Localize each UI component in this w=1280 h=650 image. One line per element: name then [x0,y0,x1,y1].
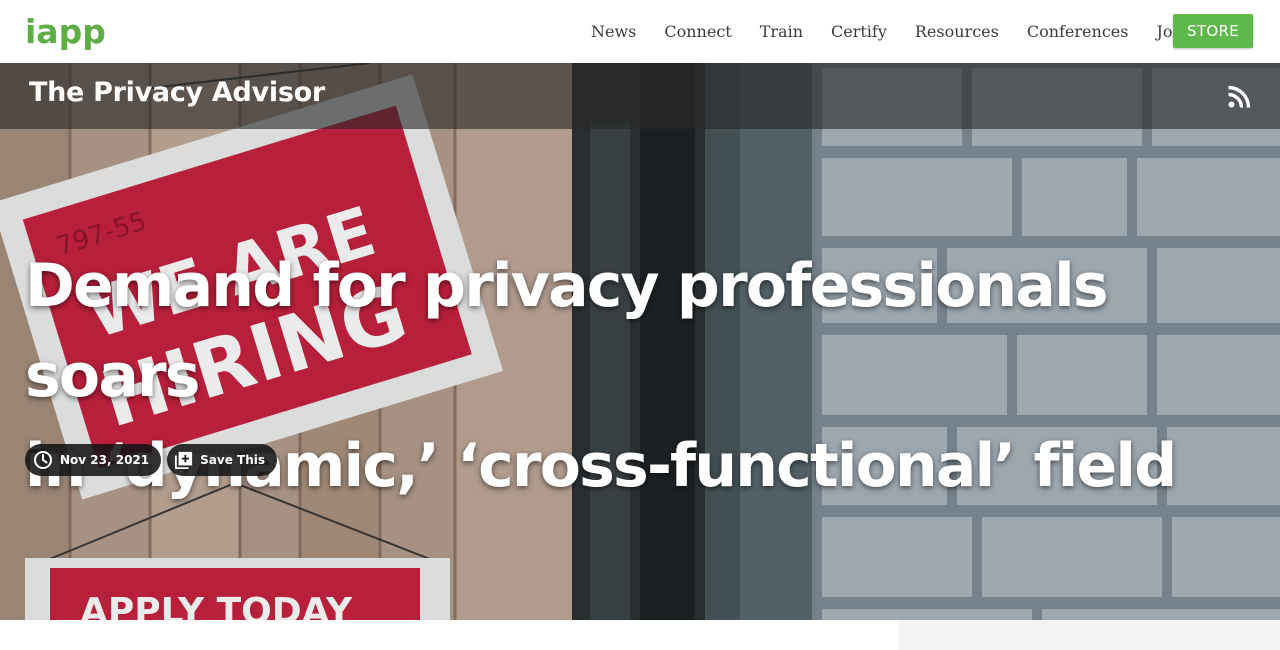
sidebar-top [899,620,1280,650]
iapp-logo[interactable]: iapp [25,12,106,52]
nav-connect[interactable]: Connect [664,22,731,41]
nav-conferences[interactable]: Conferences [1027,22,1129,41]
save-this-label: Save This [200,453,265,467]
rss-icon[interactable] [1227,85,1251,109]
nav-certify[interactable]: Certify [831,22,887,41]
headline-line-1: Demand for privacy professionals soars [25,251,1109,411]
bookmark-add-icon [175,451,193,469]
nav-train[interactable]: Train [760,22,803,41]
store-button[interactable]: STORE [1173,14,1253,48]
nav-resources[interactable]: Resources [915,22,999,41]
section-bar: The Privacy Advisor [0,63,1280,129]
article-hero: 797-55 WE ARE HIRING APPLY TODAY The Pri… [0,63,1280,620]
nav-news[interactable]: News [591,22,636,41]
publish-date: Nov 23, 2021 [60,453,150,467]
clock-icon [34,451,52,469]
save-this-button[interactable]: Save This [167,444,277,476]
main-nav: News Connect Train Certify Resources Con… [577,0,1202,63]
date-badge: Nov 23, 2021 [25,444,162,476]
top-navigation: iapp News Connect Train Certify Resource… [0,0,1280,63]
section-title[interactable]: The Privacy Advisor [29,77,325,108]
article-meta: Nov 23, 2021 Save This [25,444,283,476]
